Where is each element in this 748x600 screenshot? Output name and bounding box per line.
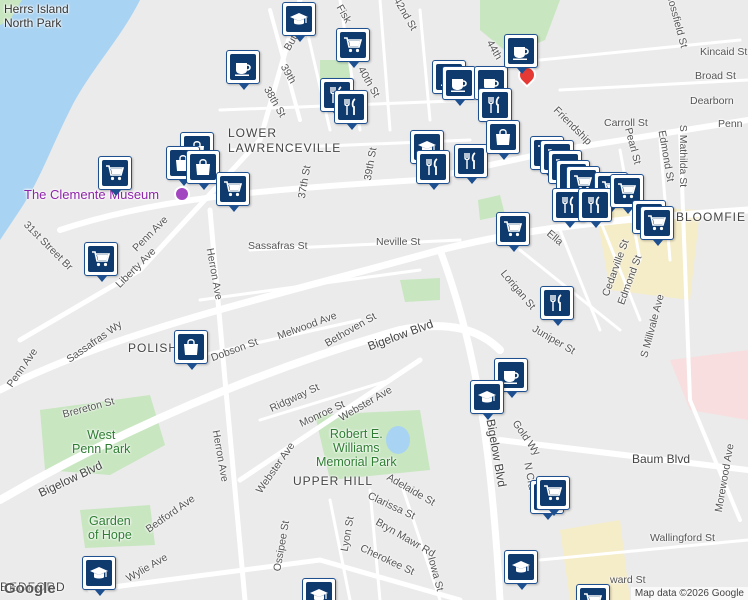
shop-marker[interactable] (174, 330, 208, 370)
school-icon (306, 582, 332, 600)
school-icon (286, 6, 312, 32)
cart-marker[interactable] (336, 28, 370, 68)
shop-marker[interactable] (486, 120, 520, 160)
food-marker[interactable] (416, 150, 450, 190)
school-icon (508, 554, 534, 580)
street-label: Carroll St (604, 117, 648, 129)
clemente-museum-label[interactable]: The Clemente Museum (24, 187, 159, 202)
food-marker[interactable] (540, 286, 574, 326)
map-canvas[interactable]: Herrs Island North Park LOWER LAWRENCEVILL… (0, 0, 748, 600)
cart-marker[interactable] (640, 206, 674, 246)
cart-marker[interactable] (98, 156, 132, 196)
food-icon (420, 154, 446, 180)
street-label: Broad St (695, 70, 736, 82)
shop-icon (490, 124, 516, 150)
museum-icon[interactable] (174, 186, 190, 202)
herrs-island-label: Herrs Island North Park (4, 2, 69, 30)
cart-icon (500, 216, 526, 242)
polish-hill-label: POLISH (128, 341, 179, 355)
food-marker[interactable] (334, 90, 368, 130)
shop-icon (190, 154, 216, 180)
map-attribution[interactable]: Map data ©2026 Google (630, 587, 748, 600)
shop-icon (178, 334, 204, 360)
cart-marker[interactable] (576, 584, 610, 600)
food-icon (544, 290, 570, 316)
cafe-marker[interactable] (442, 66, 476, 106)
allegheny-river (0, 0, 140, 240)
cart-icon (102, 160, 128, 186)
cart-marker[interactable] (496, 212, 530, 252)
food-icon (482, 92, 508, 118)
street-label: Neville St (376, 236, 421, 248)
robert-williams-park-label: Robert E. Williams Memorial Park (316, 427, 397, 469)
food-marker[interactable] (478, 88, 512, 128)
food-icon (338, 94, 364, 120)
cafe-marker[interactable] (226, 50, 260, 90)
school-marker[interactable] (504, 550, 538, 590)
medical-area (670, 350, 748, 420)
food-marker[interactable] (454, 144, 488, 184)
food-icon (458, 148, 484, 174)
street-label: Penn (718, 118, 743, 130)
cafe-icon (230, 54, 256, 80)
food-marker[interactable] (578, 188, 612, 228)
school-marker[interactable] (302, 578, 336, 600)
cart-icon (220, 176, 246, 202)
cart-marker[interactable] (216, 172, 250, 212)
upper-hill-label: UPPER HILL (293, 474, 374, 488)
cafe-icon (446, 70, 472, 96)
street-label: ward St (610, 574, 646, 586)
food-icon (582, 192, 608, 218)
cafe-icon (508, 38, 534, 64)
cart-icon (340, 32, 366, 58)
school-marker[interactable] (470, 380, 504, 420)
cafe-marker[interactable] (504, 34, 538, 74)
shop-marker[interactable] (186, 150, 220, 190)
school-marker[interactable] (282, 2, 316, 42)
street-label: Baum Blvd (632, 452, 691, 466)
cart-marker[interactable] (84, 242, 118, 282)
cart-icon (580, 588, 606, 600)
street-label: S Mathilda St (677, 124, 690, 188)
street-label: Dearborn (690, 95, 734, 107)
school-icon (86, 560, 112, 586)
cart-icon (540, 480, 566, 506)
bloomfield-label: BLOOMFIE (676, 210, 747, 224)
google-logo: Google (4, 580, 56, 597)
garden-of-hope-label: Garden of Hope (88, 514, 132, 542)
school-icon (474, 384, 500, 410)
street-label: Wallingford St (650, 532, 715, 544)
street-label: Sassafras St (248, 240, 308, 252)
park-small-1 (400, 278, 440, 302)
lower-lawrenceville-label: LOWER LAWRENCEVILLE (228, 126, 342, 155)
cart-marker[interactable] (536, 476, 570, 516)
cart-icon (88, 246, 114, 272)
cart-icon (644, 210, 670, 236)
school-marker[interactable] (82, 556, 116, 596)
west-penn-park-label: West Penn Park (72, 428, 131, 456)
street-label: Kincaid St (700, 46, 748, 58)
park-small-3 (320, 60, 350, 80)
